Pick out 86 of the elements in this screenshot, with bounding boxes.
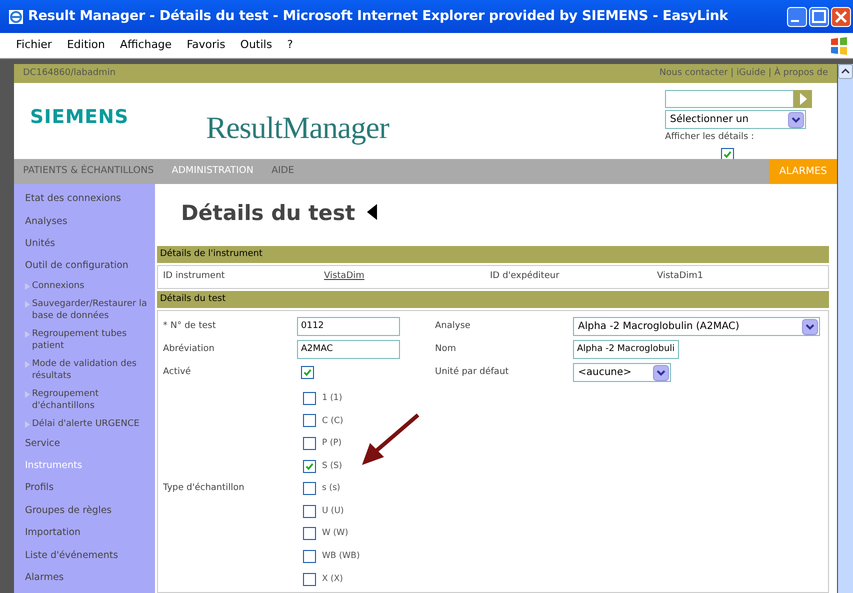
- search-field[interactable]: [665, 90, 794, 108]
- sidebar-item[interactable]: Liste d'événements: [25, 544, 151, 567]
- menu-item[interactable]: Fichier: [16, 37, 52, 54]
- field-label: Unité par défaut: [435, 366, 510, 379]
- menu-item[interactable]: Outils: [240, 37, 272, 54]
- window-title: Result Manager - Détails du test - Microsoft Internet Explorer provided by SIEMENS - EasyLink: [28, 7, 730, 26]
- select-value: <aucune>: [578, 366, 632, 380]
- browser-icon: [8, 8, 24, 24]
- bullet-icon: [25, 283, 30, 290]
- annotation-arrow: [360, 413, 420, 468]
- sidebar-item[interactable]: Mode de validation des résultats: [32, 358, 151, 382]
- select-dropdown[interactable]: <aucune>: [573, 363, 671, 382]
- minimize-icon[interactable]: [787, 6, 807, 26]
- field-label: ID d'expéditeur: [490, 270, 560, 284]
- checkbox-label[interactable]: S (S): [322, 460, 342, 472]
- sidebar-item[interactable]: Outil de configuration: [25, 255, 151, 278]
- menu-item[interactable]: Favoris: [186, 37, 226, 54]
- checkbox[interactable]: [720, 148, 734, 160]
- checkbox[interactable]: [303, 550, 316, 563]
- app-title: ResultManager: [206, 109, 389, 147]
- bullet-icon: [25, 330, 30, 338]
- menu-item[interactable]: Affichage: [120, 37, 172, 54]
- bullet-icon: [25, 420, 30, 428]
- select-value: Alpha -2 Macroglobulin (A2MAC): [578, 320, 740, 334]
- checkbox[interactable]: [303, 572, 316, 586]
- field-value: VistaDim1: [657, 270, 704, 284]
- sidebar-item[interactable]: Unités: [25, 232, 151, 256]
- field-label: * N° de test: [162, 320, 217, 333]
- input-field[interactable]: Alpha -2 Macroglobuli: [573, 340, 679, 359]
- checkbox[interactable]: [301, 366, 314, 379]
- windows-logo-icon: [829, 36, 849, 56]
- sidebar-item[interactable]: Regroupement d'échantillons: [32, 388, 151, 412]
- section-header: Détails du test: [157, 291, 829, 308]
- checkbox-label[interactable]: 1 (1): [322, 392, 342, 405]
- menu-item[interactable]: Edition: [66, 37, 106, 54]
- checkbox[interactable]: [303, 414, 316, 428]
- field-label: Abréviation: [162, 342, 216, 356]
- user-name: DC164860/labadmin: [23, 66, 116, 80]
- checkbox-label[interactable]: C (C): [322, 414, 344, 428]
- page-title: Détails du test: [181, 200, 356, 228]
- sidebar-item[interactable]: Alarmes: [25, 566, 151, 590]
- sidebar-item[interactable]: Délai d'alerte URGENCE: [32, 418, 140, 430]
- field-label: Type d'échantillon: [162, 482, 246, 495]
- sidebar-item[interactable]: Groupes de règles: [25, 500, 151, 522]
- instrument-link[interactable]: VistaDim: [324, 270, 490, 284]
- bullet-icon: [25, 300, 30, 308]
- sidebar-item[interactable]: Service: [25, 432, 151, 455]
- sidebar-item[interactable]: Analyses: [25, 210, 151, 233]
- bullet-icon: [25, 360, 30, 368]
- checkbox-label[interactable]: s (s): [322, 482, 340, 496]
- sidebar-item[interactable]: Etat des connexions: [25, 188, 151, 210]
- sidebar-item[interactable]: Profils: [25, 477, 151, 500]
- sidebar-item[interactable]: Regroupement tubes patient: [32, 328, 151, 352]
- checkbox-label[interactable]: X (X): [322, 572, 343, 586]
- checkbox[interactable]: [303, 436, 316, 450]
- field-label: ID instrument: [162, 270, 226, 284]
- checkbox[interactable]: [303, 527, 316, 540]
- collapse-arrow-icon[interactable]: [367, 204, 378, 220]
- field-label: Nom: [435, 342, 458, 356]
- sidebar-item[interactable]: Importation: [25, 522, 151, 544]
- scroll-up-icon[interactable]: [838, 64, 853, 79]
- select-dropdown[interactable]: Alpha -2 Macroglobulin (A2MAC): [573, 317, 820, 336]
- checkbox-label[interactable]: P (P): [322, 437, 342, 450]
- sidebar-item[interactable]: Connexions: [32, 280, 84, 292]
- field-label: Afficher les détails :: [665, 131, 756, 144]
- field-label: Analyse: [435, 320, 472, 333]
- scrollbar[interactable]: [838, 64, 853, 593]
- section-header: Détails de l'instrument: [157, 246, 829, 263]
- sidebar-item[interactable]: Sauvegarder/Restaurer la base de données: [32, 298, 151, 322]
- checkbox-label[interactable]: WB (WB): [322, 550, 360, 563]
- checkbox-label[interactable]: U (U): [322, 504, 344, 518]
- checkbox-label[interactable]: W (W): [322, 527, 348, 540]
- input-field[interactable]: 0112: [297, 317, 400, 336]
- input-field[interactable]: A2MAC: [297, 340, 400, 359]
- checkbox[interactable]: [303, 504, 316, 518]
- select-value: Sélectionner un: [670, 113, 749, 127]
- maximize-icon[interactable]: [809, 6, 829, 26]
- logo: SIEMENS: [30, 105, 130, 130]
- select-dropdown[interactable]: Sélectionner un: [665, 110, 806, 129]
- checkbox[interactable]: [303, 460, 316, 473]
- checkbox[interactable]: [303, 482, 316, 496]
- close-icon[interactable]: [831, 6, 851, 26]
- checkbox[interactable]: [303, 392, 316, 405]
- bullet-icon: [25, 390, 30, 398]
- menu-item[interactable]: ?: [287, 37, 293, 54]
- field-label: Activé: [162, 366, 192, 379]
